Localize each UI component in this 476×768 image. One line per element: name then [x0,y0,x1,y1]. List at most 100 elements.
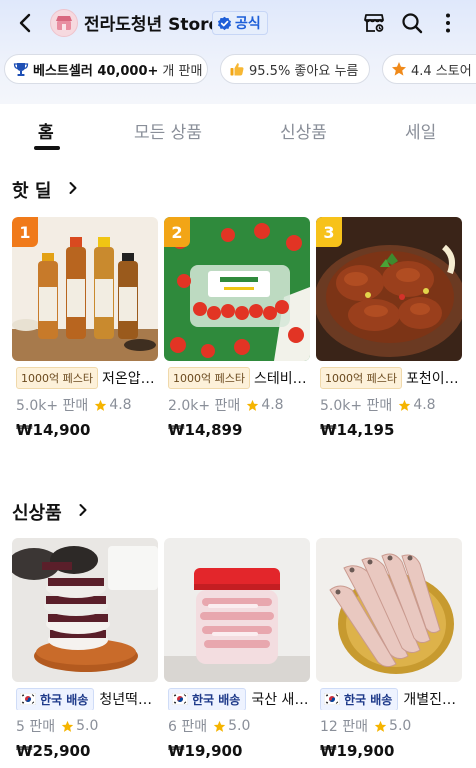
korea-flag-icon [172,693,188,705]
search-icon[interactable] [400,11,424,35]
product-card[interactable]: 한국 배송 국산 새우젓 6 판매 5.0 ₩19,900 [164,538,310,768]
product-meta: 2.0k+ 판매 4.8 [168,395,284,415]
festa-badge: 1000억 페스타 [168,367,250,389]
korea-shipping-badge: 한국 배송 [320,688,399,710]
product-price: ₩25,900 [16,742,91,760]
star-icon [374,720,387,732]
tab-new-products[interactable]: 신상품 [280,118,327,143]
product-title[interactable]: 스테비아 토마토 [254,368,310,388]
product-title[interactable]: 저온압착 참기름 [102,368,158,388]
star-icon [213,720,226,732]
product-card[interactable]: 한국 배송 개별진공 반건조 생선 12 판매 5.0 ₩19,900 [316,538,462,768]
product-tag-row: 1000억 페스타 저온압착 참기름 [16,367,158,389]
shipping-label: 한국 배송 [192,692,241,707]
product-title[interactable]: 포천이동갈비 [406,368,462,388]
thumbs-up-icon [230,63,244,76]
product-price: ₩14,900 [16,421,91,439]
product-meta: 12 판매 5.0 [320,716,411,736]
product-image[interactable] [164,538,310,682]
product-tag-row: 1000억 페스타 스테비아 토마토 [168,367,310,389]
sales-count: 12 판매 [320,719,369,735]
rating-value: 4.8 [261,397,284,413]
star-icon [392,62,406,76]
store-rating-chip[interactable]: 4.4 스토어 [382,54,476,84]
star-icon [399,399,411,411]
sales-count: 6 판매 [168,719,208,735]
product-card[interactable]: 2 1000억 페스타 스테비아 토마토 2.0k+ 판매 4.8 ₩14,89… [164,217,310,447]
product-tag-row: 한국 배송 개별진공 반건조 생선 [320,688,462,710]
product-card[interactable]: 3 1000억 페스타 포천이동갈비 5.0k+ 판매 4.8 ₩14,195 [316,217,462,447]
product-title[interactable]: 국산 새우젓 [251,689,310,709]
product-image[interactable] [316,538,462,682]
rating-value: 5.0 [76,718,99,734]
active-tab-indicator [34,146,60,150]
product-image[interactable] [12,538,158,682]
product-price: ₩14,899 [168,421,243,439]
sales-count: 5.0k+ 판매 [320,398,393,414]
new-items-title[interactable]: 신상품 [12,499,62,525]
verified-check-icon [217,16,232,30]
tab-all-products[interactable]: 모든 상품 [134,118,202,143]
shipping-label: 한국 배송 [344,692,393,707]
rank-badge: 3 [316,217,342,247]
korea-shipping-badge: 한국 배송 [16,688,95,710]
product-meta: 5.0k+ 판매 4.8 [320,395,436,415]
chevron-right-icon[interactable] [66,181,80,195]
shipping-label: 한국 배송 [40,692,89,707]
shop-icon [56,16,72,30]
sales-count: 2.0k+ 판매 [168,398,241,414]
store-name[interactable]: 전라도청년 Store [84,10,220,35]
korea-flag-icon [324,693,340,705]
more-options-icon[interactable] [436,11,460,35]
rating-value: 5.0 [228,718,251,734]
star-icon [61,720,74,732]
tab-home[interactable]: 홈 [38,118,54,143]
product-image[interactable]: 1 [12,217,158,361]
rank-badge: 1 [12,217,38,247]
product-card[interactable]: 한국 배송 청년떡집 찹쌀떡 5 판매 5.0 ₩25,900 [12,538,158,768]
product-meta: 5.0k+ 판매 4.8 [16,395,132,415]
rating-value: 4.8 [413,397,436,413]
like-rate-chip[interactable]: 95.5% 좋아요 누름 [220,54,370,84]
product-title[interactable]: 청년떡집 찹쌀떡 [99,689,158,709]
sales-count: 5.0k+ 판매 [16,398,89,414]
product-price: ₩14,195 [320,421,395,439]
store-header: 전라도청년 Store 공식 베스트셀러 40,000+ 개 판매 95.5% … [0,0,476,104]
star-icon [95,399,107,411]
bestseller-chip[interactable]: 베스트셀러 40,000+ 개 판매 [4,54,208,84]
store-home-icon[interactable] [362,11,386,35]
product-tag-row: 1000억 페스타 포천이동갈비 [320,367,462,389]
sales-count: 5 판매 [16,719,56,735]
bestseller-count: 베스트셀러 40,000+ [33,63,159,79]
product-image[interactable]: 2 [164,217,310,361]
chevron-right-icon[interactable] [76,503,90,517]
store-tabs: 홈 모든 상품 신상품 세일 [0,106,476,154]
rating-value: 4.8 [109,397,132,413]
like-rate-text: 95.5% 좋아요 누름 [249,63,359,79]
dried-fish-plate-image [316,538,462,682]
official-label: 공식 [235,16,261,32]
product-title[interactable]: 개별진공 반건조 생선 [403,689,462,709]
festa-badge: 1000억 페스타 [320,367,402,389]
rating-value: 5.0 [389,718,412,734]
product-meta: 5 판매 5.0 [16,716,98,736]
store-logo[interactable] [50,9,78,37]
trophy-icon [13,63,29,76]
star-icon [247,399,259,411]
product-price: ₩19,900 [168,742,243,760]
product-tag-row: 한국 배송 청년떡집 찹쌀떡 [16,688,158,710]
salted-shrimp-jar-image [164,538,310,682]
official-badge: 공식 [212,11,268,35]
store-stats-chips: 베스트셀러 40,000+ 개 판매 95.5% 좋아요 누름 4.4 스토어 [0,54,476,86]
store-rating-text: 4.4 스토어 [411,63,472,79]
korea-shipping-badge: 한국 배송 [168,688,247,710]
korea-flag-icon [20,693,36,705]
rank-badge: 2 [164,217,190,247]
product-card[interactable]: 1 1000억 페스타 저온압착 참기름 5.0k+ 판매 4.8 ₩14,90… [12,217,158,447]
rice-cake-stack-image [12,538,158,682]
hot-deal-title[interactable]: 핫 딜 [12,177,51,203]
product-image[interactable]: 3 [316,217,462,361]
festa-badge: 1000억 페스타 [16,367,98,389]
back-arrow-icon[interactable] [14,10,38,36]
tab-sale[interactable]: 세일 [405,118,436,143]
